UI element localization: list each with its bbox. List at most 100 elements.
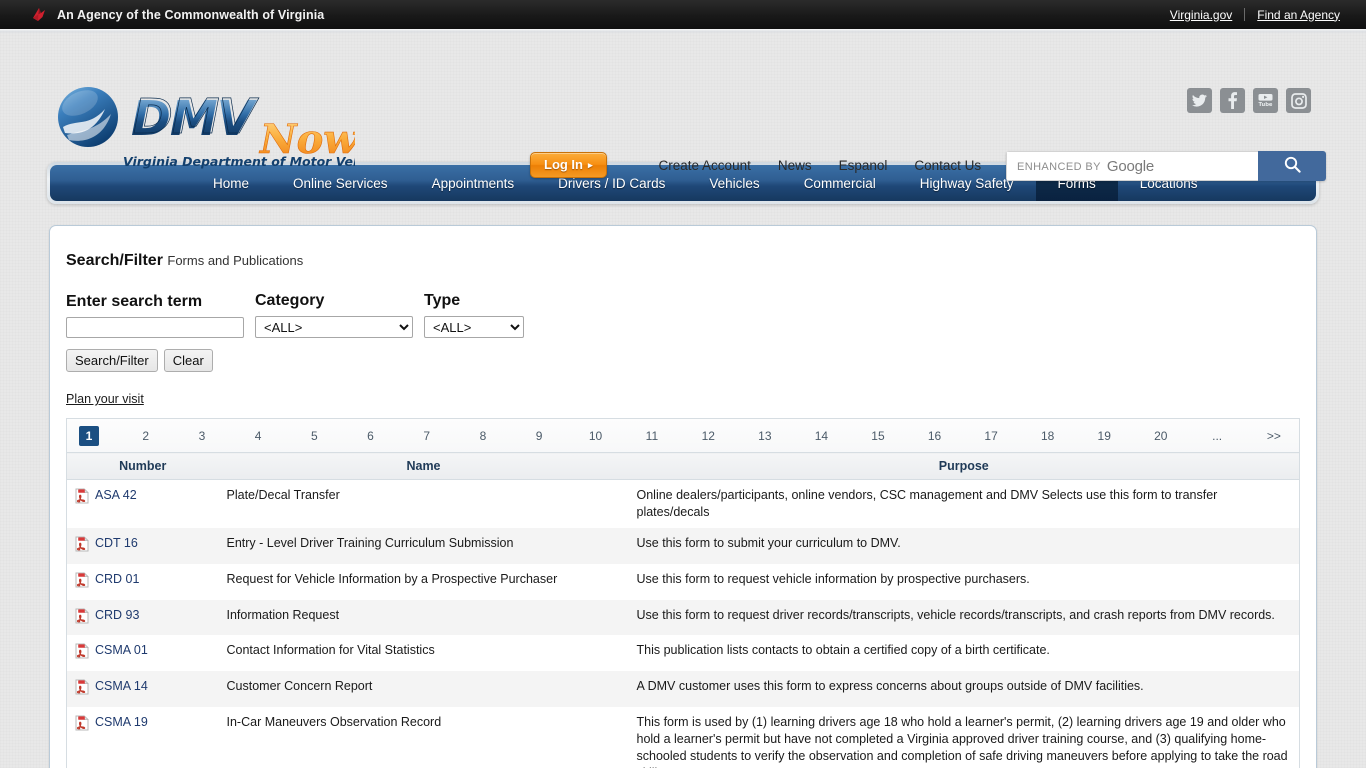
filter-bar: Enter search term Category <ALL> Type <A… — [66, 292, 1300, 338]
form-number-link[interactable]: ASA 42 — [95, 488, 137, 502]
filter-buttons: Search/Filter Clear — [66, 349, 1300, 372]
pagination-bar: 1 2 3 4 5 6 7 8 9 10 11 12 13 14 15 16 1… — [66, 418, 1300, 452]
svg-text:DMV: DMV — [133, 89, 260, 145]
twitter-icon[interactable] — [1187, 88, 1212, 113]
form-name-cell: Request for Vehicle Information by a Pro… — [226, 571, 558, 586]
page-link-7[interactable]: 7 — [417, 426, 436, 445]
form-purpose-cell: A DMV customer uses this form to express… — [636, 679, 1144, 694]
pager-gap — [778, 426, 809, 445]
form-number-cell: CSMA 19 — [67, 707, 219, 768]
page-link-10[interactable]: 10 — [586, 426, 605, 445]
google-search-input[interactable]: ENHANCED BY Google — [1006, 151, 1258, 181]
form-number-link[interactable]: CSMA 14 — [95, 679, 148, 693]
page-link-1[interactable]: 1 — [79, 425, 99, 446]
form-purpose-cell: Use this form to request driver records/… — [636, 607, 1275, 622]
pdf-icon — [75, 571, 89, 593]
facebook-icon[interactable] — [1220, 88, 1245, 113]
search-filter-button[interactable]: Search/Filter — [66, 349, 158, 372]
page-link-14[interactable]: 14 — [812, 426, 831, 445]
page-link-12[interactable]: 12 — [699, 426, 718, 445]
pdf-icon — [75, 643, 89, 664]
page-link-8[interactable]: 8 — [473, 426, 492, 445]
form-name-cell: Information Request — [226, 607, 340, 622]
site-header: DMV DMV Now Virginia Department of Motor… — [0, 34, 1366, 181]
page-link-19[interactable]: 19 — [1095, 426, 1114, 445]
create-account-link[interactable]: Create Account — [659, 158, 751, 173]
type-select[interactable]: <ALL> — [424, 316, 524, 338]
log-in-button[interactable]: Log In ▸ — [530, 152, 607, 178]
pagination-ellipsis: ... — [1212, 428, 1223, 443]
clear-button[interactable]: Clear — [163, 349, 213, 372]
log-in-label: Log In — [544, 157, 583, 172]
youtube-icon[interactable]: Tube — [1253, 88, 1278, 113]
table-row: CSMA 01 Contact Information for Vital St… — [66, 635, 1300, 672]
table-row: CDT 16 Entry - Level Driver Training Cur… — [66, 527, 1300, 564]
page-link-20[interactable]: 20 — [1151, 426, 1170, 445]
form-number-cell: ASA 42 — [67, 480, 219, 528]
form-number-link[interactable]: CSMA 01 — [95, 643, 148, 657]
page-link-6[interactable]: 6 — [361, 426, 380, 445]
form-number-link[interactable]: CSMA 19 — [95, 715, 148, 729]
gov-links: Virginia.gov Find an Agency — [1158, 8, 1352, 22]
find-an-agency-link[interactable]: Find an Agency — [1245, 8, 1352, 22]
social-links: Tube — [1187, 88, 1311, 113]
agency-text: An Agency of the Commonwealth of Virgini… — [57, 7, 325, 22]
content-card: Search/Filter Forms and Publications Ent… — [49, 225, 1317, 768]
page-link-2[interactable]: 2 — [136, 426, 155, 445]
pager-gap — [834, 426, 865, 445]
pdf-icon — [75, 488, 89, 509]
search-input[interactable] — [66, 317, 244, 338]
form-purpose-cell: Use this form to request vehicle informa… — [636, 571, 1030, 586]
pager-gap — [721, 426, 752, 445]
column-header-name: Name — [218, 452, 629, 480]
page-link-16[interactable]: 16 — [925, 426, 944, 445]
page-title-bold: Search/Filter — [66, 252, 163, 269]
pager-gap — [327, 426, 358, 445]
forms-table: Number Name Purpose ASA 42 Plate/Decal T… — [66, 452, 1300, 768]
contact-us-link[interactable]: Contact Us — [914, 158, 981, 173]
form-name-cell: Contact Information for Vital Statistics — [226, 643, 435, 658]
page-link-17[interactable]: 17 — [981, 426, 1000, 445]
pager-gap — [1060, 426, 1091, 445]
nav-item-appointments[interactable]: Appointments — [410, 165, 537, 201]
pager-gap — [439, 426, 470, 445]
dmv-logo[interactable]: DMV DMV Now Virginia Department of Motor… — [55, 83, 355, 188]
google-search-button[interactable] — [1258, 151, 1326, 181]
page-link-4[interactable]: 4 — [249, 426, 268, 445]
log-in-arrow-icon: ▸ — [588, 160, 593, 170]
utility-links: Create Account News Espanol Contact Us — [659, 158, 982, 173]
page-link-3[interactable]: 3 — [192, 426, 211, 445]
google-search-placeholder: ENHANCED BY Google — [1017, 157, 1155, 175]
form-name-cell: Entry - Level Driver Training Curriculum… — [226, 535, 514, 550]
pager-gap — [1230, 426, 1261, 445]
form-number-link[interactable]: CDT 16 — [95, 536, 138, 550]
page-title: Search/Filter Forms and Publications — [66, 252, 1300, 270]
plan-your-visit-link[interactable]: Plan your visit — [66, 392, 144, 406]
instagram-icon[interactable] — [1286, 88, 1311, 113]
search-icon — [1284, 156, 1301, 176]
column-header-purpose: Purpose — [628, 452, 1300, 480]
form-purpose-cell: Online dealers/participants, online vend… — [636, 488, 1218, 519]
table-row: CSMA 19 In-Car Maneuvers Observation Rec… — [66, 707, 1300, 768]
page-title-sub: Forms and Publications — [167, 253, 304, 268]
form-purpose-cell: This publication lists contacts to obtai… — [636, 643, 1050, 658]
pager-gap — [552, 426, 583, 445]
page-link-11[interactable]: 11 — [642, 426, 661, 445]
espanol-link[interactable]: Espanol — [839, 158, 888, 173]
news-link[interactable]: News — [778, 158, 812, 173]
pager-gap — [271, 426, 302, 445]
page-link-13[interactable]: 13 — [755, 426, 774, 445]
form-number-link[interactable]: CRD 01 — [95, 572, 139, 586]
google-search-box: ENHANCED BY Google — [1006, 151, 1326, 181]
form-number-link[interactable]: CRD 93 — [95, 608, 139, 622]
virginia-gov-link[interactable]: Virginia.gov — [1158, 8, 1244, 22]
page-link-15[interactable]: 15 — [868, 426, 887, 445]
page-link-18[interactable]: 18 — [1038, 426, 1057, 445]
page-link-5[interactable]: 5 — [305, 426, 324, 445]
pagination-next[interactable]: >> — [1264, 426, 1284, 445]
form-purpose-cell: Use this form to submit your curriculum … — [636, 535, 901, 550]
page-link-9[interactable]: 9 — [530, 426, 549, 445]
category-select[interactable]: <ALL> — [255, 316, 413, 338]
form-name-cell: In-Car Maneuvers Observation Record — [226, 715, 442, 730]
pager-gap — [947, 426, 978, 445]
